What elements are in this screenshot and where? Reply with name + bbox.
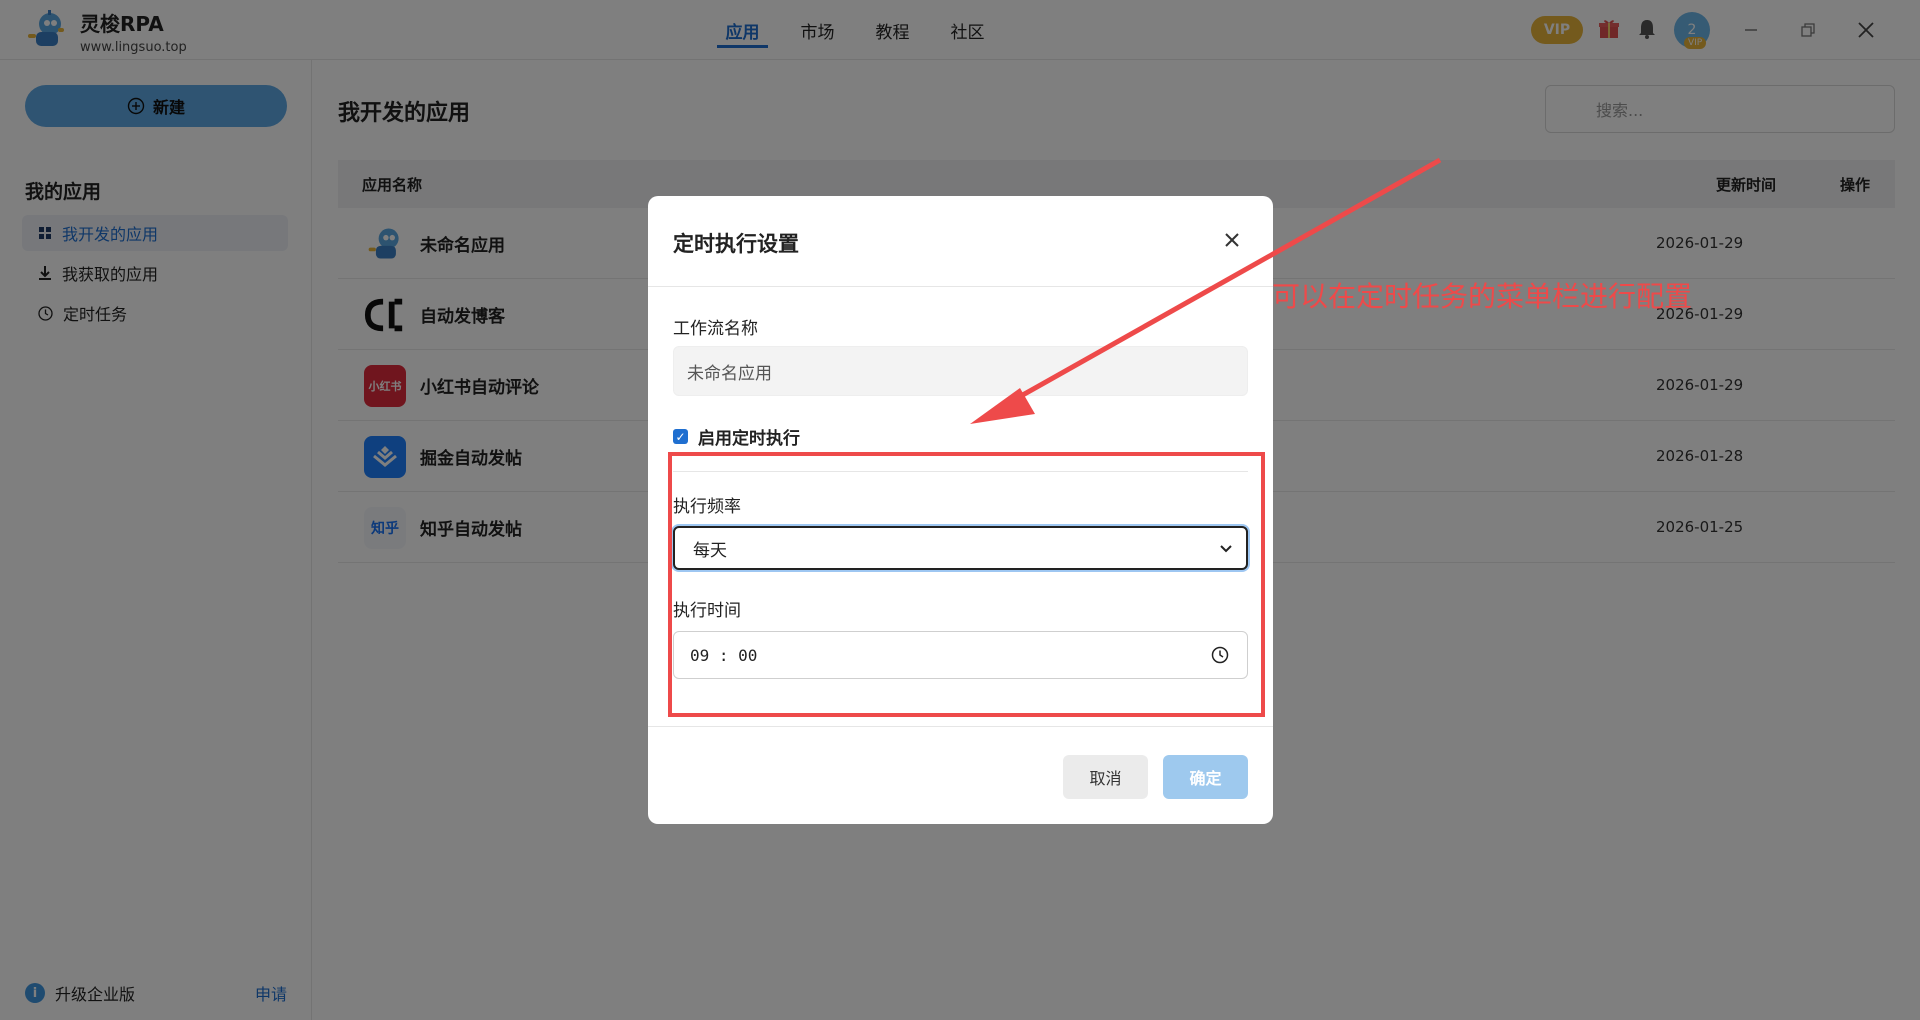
workflow-name-label: 工作流名称 [673,319,758,339]
confirm-button[interactable]: 确定 [1163,755,1248,799]
close-icon[interactable] [1216,224,1248,256]
dialog-header-divider [648,286,1273,287]
enable-schedule-label: 启用定时执行 [698,429,800,449]
dialog-footer-divider [648,726,1273,727]
dialog-title: 定时执行设置 [673,232,799,256]
annotation-highlight-box [668,452,1265,717]
enable-schedule-row[interactable]: ✓ 启用定时执行 [673,424,800,449]
workflow-name-field[interactable]: 未命名应用 [673,346,1248,396]
cancel-button[interactable]: 取消 [1063,755,1148,799]
annotation-text: 可以在定时任务的菜单栏进行配置 [1272,280,1693,313]
enable-schedule-checkbox[interactable]: ✓ [673,429,688,444]
